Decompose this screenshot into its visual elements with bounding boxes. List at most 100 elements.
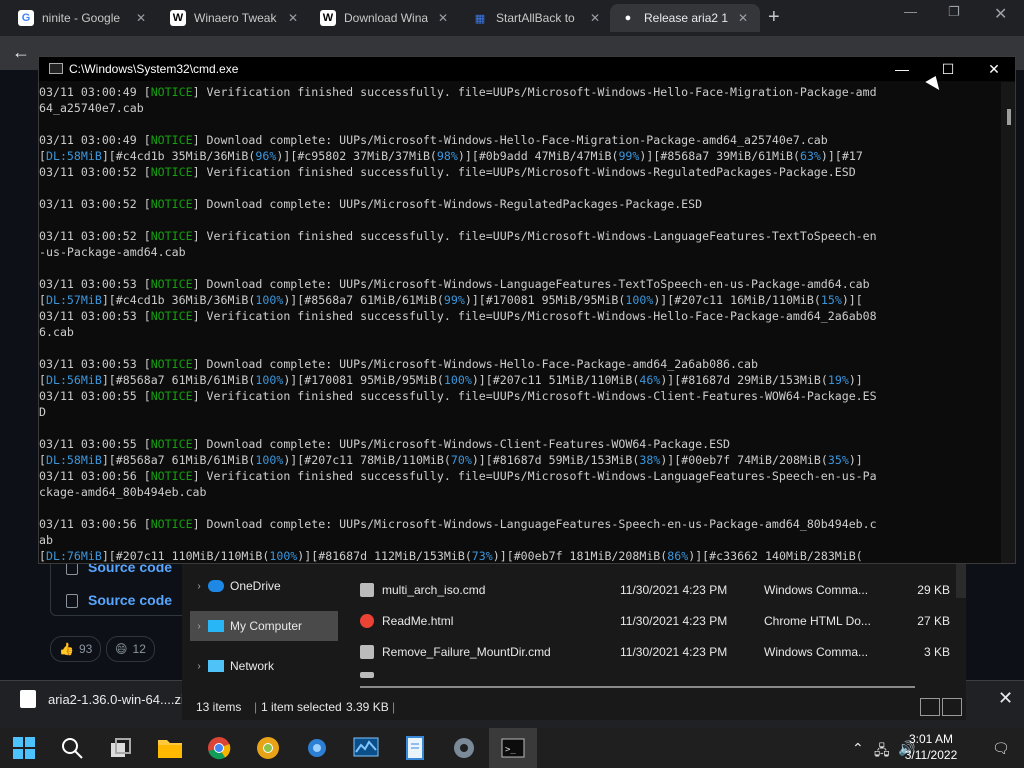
file-row[interactable]: ReadMe.html 11/30/2021 4:23 PM Chrome HTML… [356, 606, 964, 636]
tab-close-icon[interactable]: ✕ [738, 11, 748, 25]
reaction-laugh[interactable]: 😄 12 [106, 636, 155, 662]
tab-4[interactable]: ▦ StartAllBack to ✕ [462, 4, 612, 32]
horizontal-scrollbar[interactable] [360, 686, 915, 688]
back-arrow-icon[interactable]: ← [12, 42, 30, 63]
chrome-taskbar-button[interactable] [205, 734, 233, 762]
cmd-taskbar-button[interactable]: >_ [489, 728, 537, 768]
chevron-right-icon[interactable]: › [190, 581, 208, 592]
tab-1[interactable]: Gninite - Google ✕ [8, 4, 158, 32]
tab-close-icon[interactable]: ✕ [438, 11, 448, 25]
progress-value: 96% [255, 149, 277, 163]
console-scroll-thumb[interactable] [1007, 109, 1011, 125]
console-text: )][ [283, 453, 305, 467]
chevron-right-icon[interactable]: › [190, 621, 208, 632]
chrome-canary-taskbar-button[interactable] [254, 734, 282, 762]
console-text: [ [39, 453, 46, 467]
tab-3[interactable]: W Download Wina ✕ [310, 4, 460, 32]
search-button[interactable] [58, 734, 86, 762]
reaction-thumbs-up[interactable]: 👍 93 [50, 636, 102, 662]
console-text: ][ [101, 453, 116, 467]
file-row-partial[interactable] [356, 665, 964, 685]
console-text: 03/11 03:00:56 [ [39, 469, 151, 483]
notice-tag: NOTICE [150, 389, 193, 403]
console-text: ] Verification finished successfully. fi… [192, 389, 877, 403]
chrome-maximize-button[interactable]: ❐ [948, 4, 960, 20]
progress-value: 46% [639, 373, 661, 387]
cmd-window[interactable]: C:\Windows\System32\cmd.exe — ☐ ✕ 03/11 … [38, 56, 1016, 564]
nav-item-my-computer[interactable]: › My Computer [190, 611, 338, 641]
file-date: 11/30/2021 4:23 PM [620, 614, 728, 628]
chevron-right-icon[interactable]: › [190, 661, 208, 672]
settings-taskbar-button[interactable] [450, 734, 478, 762]
large-icons-view-button[interactable] [942, 698, 962, 716]
clock[interactable]: 3:01 AM 3/11/2022 [900, 731, 962, 763]
tab-close-icon[interactable]: ✕ [288, 11, 298, 25]
file-row[interactable]: multi_arch_iso.cmd 11/30/2021 4:23 PM Wind… [356, 575, 964, 605]
notice-tag: NOTICE [150, 85, 193, 99]
console-text: ] Download complete: UUPs/Microsoft-Wind… [192, 437, 731, 451]
network-tray-icon[interactable]: 🖧 [874, 740, 890, 764]
progress-value: 19% [827, 373, 849, 387]
console-line: 6.cab [39, 324, 1001, 340]
task-view-button[interactable] [107, 734, 135, 762]
show-hidden-icons-chevron-up-icon[interactable]: ⌃ [852, 740, 864, 757]
file-type: Windows Comma... [764, 583, 869, 597]
tab-5[interactable]: ● Release aria2 1. ✕ [610, 4, 760, 32]
app-taskbar-button[interactable] [303, 734, 331, 762]
notepad-icon [406, 736, 424, 760]
tab-title: StartAllBack to [496, 11, 575, 25]
console-text: )][ [276, 149, 298, 163]
notice-tag: NOTICE [150, 517, 193, 531]
file-name: Remove_Failure_MountDir.cmd [382, 645, 551, 659]
new-tab-button[interactable]: + [768, 6, 780, 29]
console-scrollbar[interactable] [1001, 82, 1015, 563]
cmd-icon: >_ [501, 738, 525, 758]
file-row[interactable]: Remove_Failure_MountDir.cmd 11/30/2021 4:… [356, 637, 964, 667]
chrome-html-file-icon [360, 614, 374, 628]
console-text: #8568a7 61MiB/61MiB( [304, 293, 444, 307]
console-output[interactable]: 03/11 03:00:49 [NOTICE] Verification fin… [39, 82, 1001, 565]
details-view-button[interactable] [920, 698, 940, 716]
cmd-window-title: C:\Windows\System32\cmd.exe [69, 62, 239, 76]
chrome-minimize-button[interactable]: — [904, 4, 917, 19]
cmd-title-bar[interactable]: C:\Windows\System32\cmd.exe — ☐ ✕ [39, 57, 1015, 81]
notification-icon[interactable]: 🗨 [992, 740, 1010, 757]
tab-title: Download Wina [344, 11, 428, 25]
progress-value: DL:58MiB [45, 453, 102, 467]
tab-title: Winaero Tweak [194, 11, 277, 25]
console-text: #c33662 140MiB/283MiB( [709, 549, 863, 563]
explorer-scrollbar[interactable] [956, 563, 966, 598]
status-divider: | [254, 700, 258, 714]
download-item[interactable]: aria2-1.36.0-win-64....zi [48, 692, 184, 707]
chrome-close-button[interactable]: ✕ [994, 4, 1007, 24]
tab-close-icon[interactable]: ✕ [136, 11, 146, 25]
tab-close-icon[interactable]: ✕ [590, 11, 600, 25]
console-line: [DL:58MiB][#8568a7 61MiB/61MiB(100%)][#2… [39, 452, 1001, 468]
thumbs-up-icon: 👍 [59, 642, 74, 656]
console-text: 03/11 03:00:56 [ [39, 517, 151, 531]
console-text: #17 [841, 149, 863, 163]
tab-2[interactable]: W Winaero Tweak ✕ [160, 4, 310, 32]
start-button[interactable] [10, 734, 38, 762]
console-text: #00eb7f 181MiB/208MiB( [513, 549, 668, 563]
monitor-taskbar-button[interactable] [352, 734, 380, 762]
console-text: -us-Package-amd64.cab [39, 245, 186, 259]
favicon-icon: W [320, 10, 336, 26]
source-code-link-2[interactable]: Source code [88, 592, 172, 608]
console-text: ] Verification finished successfully. fi… [192, 165, 856, 179]
console-line: 03/11 03:00:52 [NOTICE] Verification fin… [39, 164, 1001, 180]
console-text: 03/11 03:00:52 [ [39, 165, 151, 179]
file-type: Windows Comma... [764, 645, 869, 659]
notepad-taskbar-button[interactable] [401, 734, 429, 762]
file-explorer-taskbar-button[interactable] [156, 734, 184, 762]
minimize-button[interactable]: — [879, 57, 925, 81]
nav-item-network[interactable]: › Network [190, 651, 338, 681]
close-icon[interactable]: ✕ [998, 688, 1013, 709]
console-text: #00eb7f 74MiB/208MiB( [681, 453, 828, 467]
console-text: #c95802 37MiB/37MiB( [297, 149, 437, 163]
close-button[interactable]: ✕ [971, 57, 1017, 81]
file-size: 29 KB [917, 583, 950, 597]
nav-item-onedrive[interactable]: › OneDrive [190, 571, 338, 601]
